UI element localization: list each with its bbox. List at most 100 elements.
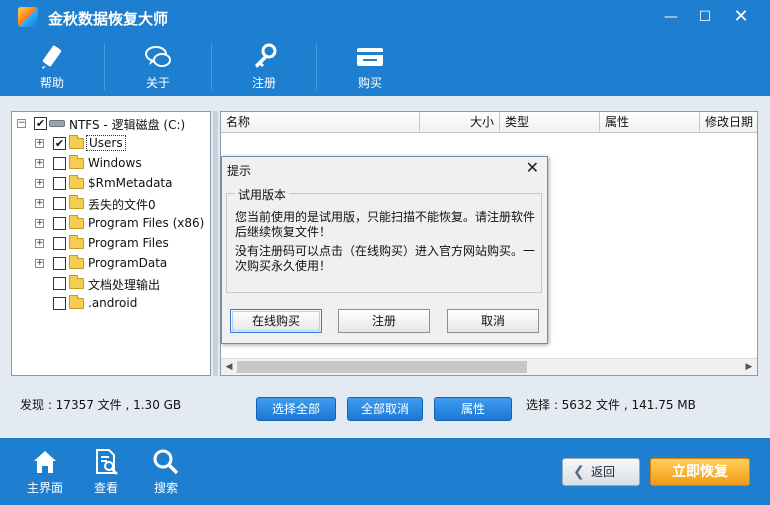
help-label: 帮助 — [39, 76, 64, 90]
register-label: 注册 — [251, 76, 276, 90]
tree-item-label: .android — [88, 296, 138, 310]
checkbox-users[interactable]: ✔ — [53, 137, 66, 150]
dialog-message-1: 您当前使用的是试用版，只能扫描不能恢复。请注册软件后继续恢复文件！ — [235, 210, 536, 239]
tree-item-label: 文档处理输出 — [88, 278, 161, 292]
collapse-icon[interactable]: − — [17, 119, 26, 128]
tree-item-rmmetadata[interactable]: + $RmMetadata — [12, 174, 210, 194]
buy-online-button[interactable]: 在线购买 — [230, 309, 322, 333]
tree-item-label: Program Files — [88, 236, 169, 250]
nav-home[interactable]: 主界面 — [15, 438, 75, 505]
deselect-all-button[interactable]: 全部取消 — [347, 397, 423, 421]
expand-icon[interactable]: + — [35, 199, 44, 208]
checkbox-programdata[interactable] — [53, 257, 66, 270]
close-window-button[interactable]: ✕ — [728, 6, 754, 28]
expand-icon[interactable]: + — [35, 139, 44, 148]
nav-view[interactable]: 查看 — [76, 438, 136, 505]
trial-groupbox: 试用版本 您当前使用的是试用版，只能扫描不能恢复。请注册软件后继续恢复文件！ 没… — [226, 186, 542, 293]
folder-icon — [69, 235, 84, 249]
pane-splitter[interactable] — [213, 111, 218, 376]
expand-icon[interactable]: + — [35, 219, 44, 228]
tree-item-android[interactable]: .android — [12, 294, 210, 314]
folder-icon — [69, 175, 84, 189]
selected-status: 选择 : 5632 文件 , 141.75 MB — [526, 398, 696, 412]
scroll-left-icon[interactable]: ◀ — [222, 360, 236, 374]
expand-icon[interactable]: + — [35, 259, 44, 268]
tree-item-program-files[interactable]: + Program Files — [12, 234, 210, 254]
tree-item-windows[interactable]: + Windows — [12, 154, 210, 174]
scroll-right-icon[interactable]: ▶ — [742, 360, 756, 374]
toolbar-divider — [316, 44, 317, 90]
tree-root-label: NTFS - 逻辑磁盘 (C:) — [69, 118, 186, 132]
nav-home-label: 主界面 — [26, 481, 63, 495]
dialog-cancel-button[interactable]: 取消 — [447, 309, 539, 333]
tree-root[interactable]: − ✔ NTFS - 逻辑磁盘 (C:) — [12, 114, 210, 134]
tree-item-doc-output[interactable]: 文档处理输出 — [12, 274, 210, 294]
folder-icon — [69, 295, 84, 309]
found-status: 发现 : 17357 文件 , 1.30 GB — [20, 398, 182, 412]
tree-item-label: Program Files (x86) — [88, 216, 205, 230]
horizontal-scrollbar[interactable]: ◀ ▶ — [221, 358, 757, 375]
folder-icon — [69, 255, 84, 269]
pen-icon — [42, 45, 62, 69]
dialog-title: 提示 — [227, 164, 252, 178]
checkbox-program-files-x86[interactable] — [53, 217, 66, 230]
column-header-type[interactable]: 类型 — [500, 112, 600, 133]
buy-label: 购买 — [357, 76, 382, 90]
chat-bubbles-icon — [145, 46, 171, 67]
tree-item-lost-files[interactable]: + 丢失的文件0 — [12, 194, 210, 214]
scroll-thumb[interactable] — [237, 361, 527, 373]
title-bar: 金秋数据恢复大师 — ☐ ✕ — [0, 0, 770, 36]
folder-icon — [69, 215, 84, 229]
folder-tree[interactable]: − ✔ NTFS - 逻辑磁盘 (C:) + ✔ Users + Windows… — [11, 111, 211, 376]
folder-icon — [69, 135, 84, 149]
tree-item-label: Windows — [88, 156, 142, 170]
select-all-button[interactable]: 选择全部 — [256, 397, 336, 421]
checkbox-lost-files[interactable] — [53, 197, 66, 210]
register-button[interactable]: 注册 — [212, 36, 316, 96]
tree-item-programdata[interactable]: + ProgramData — [12, 254, 210, 274]
maximize-button[interactable]: ☐ — [692, 6, 718, 28]
key-icon — [255, 43, 277, 68]
app-logo-icon — [18, 7, 38, 27]
back-button[interactable]: ❮ 返回 — [562, 458, 640, 486]
column-header-attributes[interactable]: 属性 — [600, 112, 700, 133]
folder-icon — [69, 195, 84, 209]
tree-item-label: ProgramData — [88, 256, 168, 270]
expand-icon[interactable]: + — [35, 179, 44, 188]
dialog-close-icon[interactable]: ✕ — [526, 158, 539, 177]
column-header-modified[interactable]: 修改日期 — [700, 112, 757, 133]
about-label: 关于 — [145, 76, 170, 90]
toolbar-divider — [104, 44, 105, 90]
expand-icon[interactable]: + — [35, 159, 44, 168]
tree-item-label: Users — [86, 135, 126, 151]
folder-icon — [69, 155, 84, 169]
tree-item-program-files-x86[interactable]: + Program Files (x86) — [12, 214, 210, 234]
checkbox-root[interactable]: ✔ — [34, 117, 47, 130]
about-button[interactable]: 关于 — [106, 36, 210, 96]
help-button[interactable]: 帮助 — [0, 36, 104, 96]
minimize-button[interactable]: — — [658, 6, 684, 28]
checkbox-program-files[interactable] — [53, 237, 66, 250]
bottom-nav: 主界面 查看 搜索 ❮ 返回 立即恢复 — [0, 438, 770, 505]
checkbox-windows[interactable] — [53, 157, 66, 170]
checkbox-android[interactable] — [53, 297, 66, 310]
checkbox-doc-output[interactable] — [53, 277, 66, 290]
recover-now-button[interactable]: 立即恢复 — [650, 458, 750, 486]
checkbox-rmmetadata[interactable] — [53, 177, 66, 190]
column-header-size[interactable]: 大小 — [420, 112, 500, 133]
app-title: 金秋数据恢复大师 — [48, 10, 169, 28]
nav-search[interactable]: 搜索 — [136, 438, 196, 505]
expand-icon[interactable]: + — [35, 239, 44, 248]
toolbar: 帮助 关于 注册 购买 — [0, 36, 770, 96]
tree-item-users[interactable]: + ✔ Users — [12, 134, 210, 154]
tree-item-label: 丢失的文件0 — [88, 198, 156, 212]
tree-item-label: $RmMetadata — [88, 176, 173, 190]
buy-button[interactable]: 购买 — [318, 36, 422, 96]
properties-button[interactable]: 属性 — [434, 397, 512, 421]
back-label: 返回 — [591, 465, 616, 479]
dialog-register-button[interactable]: 注册 — [338, 309, 430, 333]
nav-search-label: 搜索 — [153, 481, 178, 495]
column-header-name[interactable]: 名称 — [221, 112, 420, 133]
home-icon — [34, 451, 56, 473]
back-arrow-icon: ❮ — [573, 464, 585, 480]
